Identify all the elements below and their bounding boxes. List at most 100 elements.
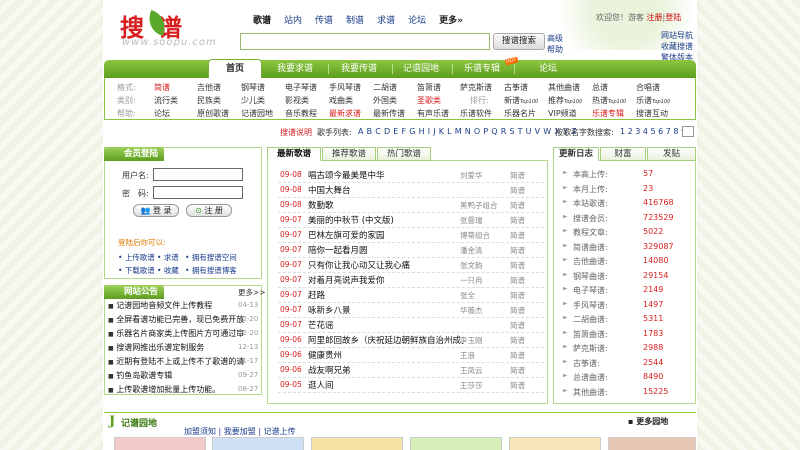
song-artist[interactable]: 王浪 [460,350,504,361]
help-new-request[interactable]: 最新求谱 [329,108,361,119]
notice-item[interactable]: ■ 搜谱网推出乐谱定制服务 [108,342,204,353]
username-field[interactable] [153,168,243,181]
help-tutorial[interactable]: 音乐教程 [285,108,317,119]
cat-accordion[interactable]: 手风琴谱 [329,82,361,93]
song-title[interactable]: 数勤歌 [308,199,463,211]
garden-thumb-2[interactable] [212,437,304,450]
cat-piano[interactable]: 钢琴谱 [241,82,265,93]
tab-update-log[interactable]: 更新日志 [553,147,599,161]
password-field[interactable] [153,186,243,199]
tab-wealth[interactable]: 财富 [600,147,646,161]
song-artist[interactable]: 张全 [460,290,504,301]
type-pop[interactable]: 流行类 [154,95,178,106]
tab-posts[interactable]: 发贴 [647,147,696,161]
topnav-forum[interactable]: 论坛 [408,13,426,26]
song-title[interactable]: 只有你让我心动又让我心痛 [308,259,463,271]
help-card[interactable]: 乐器名片 [504,108,536,119]
rank-recommend[interactable]: 推荐Top100 [548,95,582,106]
notice-item[interactable]: ■ 全屏看谱功能已完善，现已免费开放 [108,314,244,325]
topnav-songs[interactable]: 歌谱 [253,13,271,26]
bookmark-link[interactable]: 收藏搜谱 [661,41,693,52]
garden-thumb-3[interactable] [311,437,403,450]
cat-guitar[interactable]: 吉他谱 [197,82,221,93]
type-children[interactable]: 少儿类 [241,95,265,106]
song-artist[interactable]: 王凤云 [460,365,504,376]
help-software[interactable]: 乐谱软件 [460,108,492,119]
song-artist[interactable]: 潘金清 [460,245,504,256]
song-title[interactable]: 芒花谣 [308,319,463,331]
song-title[interactable]: 中国大舞台 [308,184,463,196]
song-title[interactable]: 逛人间 [308,379,463,391]
song-artist[interactable]: 李玉刚 [460,335,504,346]
cat-jianpu[interactable]: 简谱 [154,82,170,93]
help-original[interactable]: 原创歌谱 [197,108,229,119]
register-button[interactable]: ⊙ 注 册 [186,204,232,217]
song-artist[interactable]: 华薇杰 [460,305,504,316]
help-album[interactable]: 乐谱专辑 [592,108,624,119]
cat-guzheng[interactable]: 古筝谱 [504,82,528,93]
help-link[interactable]: 帮助 [547,44,563,55]
tab-album[interactable]: 乐谱专辑 [454,60,510,78]
rank-new[interactable]: 新谱Top100 [504,95,538,106]
perk-upload[interactable]: • 上传歌谱 [118,252,155,263]
login-link[interactable]: 登陆 [665,13,681,22]
join-notice-link[interactable]: 加盟须知 [184,427,216,436]
garden-thumb-5[interactable] [509,437,601,450]
song-title[interactable]: 巴林左旗可爱的家园 [308,229,463,241]
song-title[interactable]: 健康贵州 [308,349,463,361]
perk-space[interactable]: • 拥有搜谱空间 [185,252,237,263]
site-logo[interactable]: 搜谱 www.soopu.com [120,8,230,50]
notice-item[interactable]: ■ 记谱园地音频文件上传教程 [108,300,212,311]
garden-more-link[interactable]: ▪ 更多园地 [628,416,668,427]
song-title[interactable]: 阿里郎回故乡（庆祝延边朝鲜族自治州成立 [308,334,463,346]
song-artist[interactable]: 王莎莎 [460,380,504,391]
garden-thumb-4[interactable] [410,437,502,450]
tab-latest-songs[interactable]: 最新歌谱 [267,147,321,161]
singer-letters[interactable]: A B C D E F G H I J K L M N O P Q R S T … [358,127,577,136]
cat-sax[interactable]: 萨克斯谱 [460,82,492,93]
tab-recommended-songs[interactable]: 推荐歌谱 [322,147,376,161]
search-button[interactable]: 搜谱搜索 [493,33,545,50]
perk-request[interactable]: • 求谱 [157,252,179,263]
song-title[interactable]: 陪你一起看月圆 [308,244,463,256]
topnav-upload[interactable]: 传谱 [315,13,333,26]
join-link[interactable]: 我要加盟 [224,427,256,436]
tab-request[interactable]: 我要求谱 [266,60,324,78]
help-audio[interactable]: 有声乐谱 [417,108,449,119]
title-length-digits[interactable]: 1 2 3 4 5 6 7 8 9 [620,127,686,136]
help-new-upload[interactable]: 最新传谱 [373,108,405,119]
tab-home[interactable]: 首页 [208,59,262,78]
help-interact[interactable]: 搜谱互动 [636,108,668,119]
notice-item[interactable]: ■ 近期有登陆不上或上传不了歌谱的请 [108,356,244,367]
type-film[interactable]: 影视类 [285,95,309,106]
topnav-more[interactable]: 更多» [439,13,463,26]
type-opera[interactable]: 戏曲类 [329,95,353,106]
cat-chorus[interactable]: 合唱谱 [636,82,660,93]
search-input[interactable] [240,33,490,50]
site-nav-link[interactable]: 网站导航 [661,30,693,41]
rank-score[interactable]: 乐谱Top100 [636,95,670,106]
cat-erhu[interactable]: 二胡谱 [373,82,397,93]
garden-thumb-1[interactable] [114,437,206,450]
garden-upload-link[interactable]: 记谱上传 [264,427,296,436]
notice-more-link[interactable]: 更多>> [238,287,266,298]
cat-flute[interactable]: 笛箫谱 [417,82,441,93]
song-artist[interactable]: 张曼瑞 [460,215,504,226]
perk-download[interactable]: • 下载歌谱 [118,265,155,276]
song-title[interactable]: 咏新乡八景 [308,304,463,316]
type-foreign[interactable]: 外国类 [373,95,397,106]
topnav-make[interactable]: 制谱 [346,13,364,26]
tab-upload[interactable]: 我要传谱 [330,60,388,78]
cat-other[interactable]: 其他曲谱 [548,82,580,93]
advanced-search-link[interactable]: 高级 [547,33,563,44]
notice-item[interactable]: ■ 上传歌谱增加批量上传功能。 [108,384,220,395]
song-artist[interactable]: 黑鸭子组合 [460,200,504,211]
length-input[interactable] [682,126,694,137]
perk-favorite[interactable]: • 收藏 [157,265,179,276]
type-hymn[interactable]: 圣歌类 [417,95,441,106]
topnav-site[interactable]: 站内 [284,13,302,26]
type-folk[interactable]: 民族类 [197,95,221,106]
help-forum[interactable]: 论坛 [154,108,170,119]
notice-item[interactable]: ■ 乐器名片商家类上传图片方可通过审 [108,328,244,339]
tab-hot-songs[interactable]: 热门歌谱 [377,147,431,161]
